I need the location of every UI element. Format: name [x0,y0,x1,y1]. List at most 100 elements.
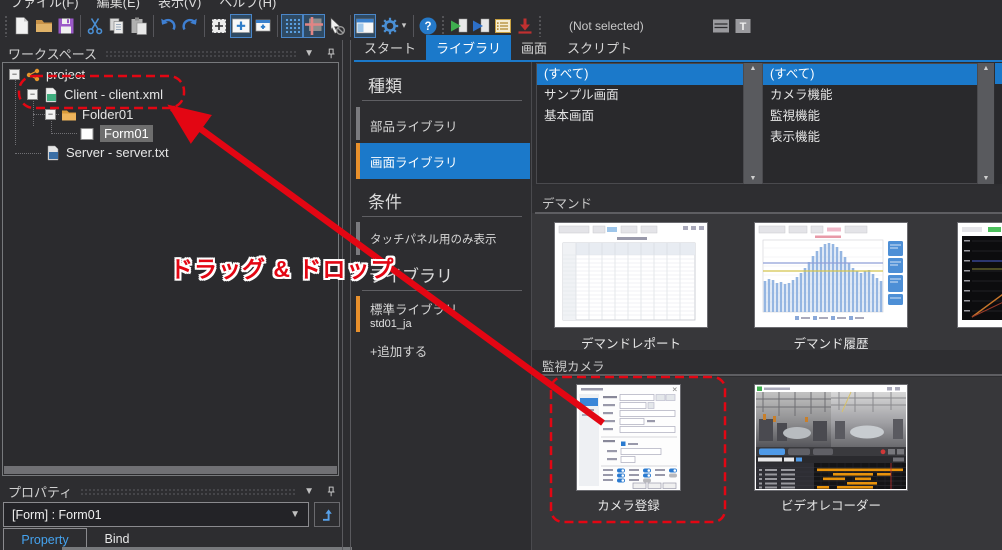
menu-bar: ファイル(F) 編集(E) 表示(V) ヘルプ(H) [0,0,1002,11]
properties-panel-header: プロパティ ▼ [8,482,338,501]
library-item-standard[interactable]: 標準ライブラリ std01_ja [356,296,530,332]
save-icon[interactable] [55,14,77,38]
tree-item-label: project [46,67,86,82]
list-item[interactable]: 表示機能 [763,127,977,148]
kind-heading: 種類 [368,77,402,96]
open-folder-icon[interactable] [33,14,55,38]
tree-item-client[interactable]: − Client - client.xml [27,85,163,104]
function-list: (すべて) カメラ機能 監視機能 表示機能 [762,63,978,184]
export-screen-icon[interactable] [470,14,492,38]
library-sidebar: 種類 部品ライブラリ 画面ライブラリ 条件 タッチパネル用のみ表示 ライブラリ … [354,62,532,550]
copy-icon[interactable] [106,14,128,38]
thumbnail-label: ビデオレコーダー [780,499,881,513]
list-item[interactable]: (すべて) [763,64,977,85]
kind-item-label: 画面ライブラリ [370,156,458,170]
add-library-button[interactable]: +追加する [370,341,427,360]
list-item[interactable]: 監視機能 [763,106,977,127]
menu-edit[interactable]: 編集(E) [97,0,140,11]
clipped-list-edge [995,63,1002,184]
new-window-small-icon[interactable] [252,14,274,38]
app-window: ファイル(F) 編集(E) 表示(V) ヘルプ(H) ▾ ? (Not sele… [0,0,1002,550]
expander-icon[interactable]: − [27,89,38,100]
tab-property-label: Property [21,532,69,547]
section-title-demand: デマンド [542,197,593,211]
thumbnail-label: カメラ登録 [597,499,660,513]
text-tool-icon[interactable]: T [732,14,754,38]
panel-splitter[interactable] [342,40,343,550]
demand-report-preview [555,223,707,327]
properties-title: プロパティ [8,485,73,500]
pin-icon[interactable] [324,484,338,500]
menu-help[interactable]: ヘルプ(H) [219,0,276,11]
tree-item-project[interactable]: − project [9,65,85,84]
tree-item-folder01[interactable]: − Folder01 [45,105,133,124]
undo-icon[interactable] [157,14,179,38]
tab-start[interactable]: スタート [354,35,426,61]
kind-item-label: 部品ライブラリ [370,120,458,134]
list-item[interactable]: カメラ機能 [763,85,977,106]
menu-file[interactable]: ファイル(F) [10,0,79,11]
selection-status-text: (Not selected) [569,18,644,33]
property-target-select[interactable]: [Form] : Form01 ▼ [3,502,309,527]
list-item[interactable]: 基本画面 [537,106,743,127]
project-node-icon [26,68,40,81]
tree-horizontal-scrollbar[interactable] [4,466,337,474]
library-item-subtitle: std01_ja [370,318,412,330]
pin-icon[interactable] [324,46,338,62]
tree-item-label: Folder01 [82,107,134,122]
section-title-camera: 監視カメラ [542,360,605,374]
new-window-icon[interactable] [230,13,252,38]
panel-splitter[interactable] [350,40,351,550]
download-icon[interactable] [514,14,536,38]
tree-item-form01[interactable]: Form01 [79,124,153,143]
screen-list-icon[interactable] [492,14,514,38]
help-icon[interactable]: ? [417,14,439,38]
tab-screen[interactable]: 画面 [511,35,557,61]
expander-icon[interactable]: − [45,109,56,120]
row-layout-icon[interactable] [710,14,732,38]
settings-gear-icon[interactable]: ▾ [376,14,410,38]
camera-registration-preview [577,385,680,490]
svg-text:T: T [739,21,746,33]
tab-bind-label: Bind [104,532,130,546]
workspace-collapse-icon[interactable]: ▼ [304,48,314,59]
demand-history-preview [755,223,907,327]
thumbnail-camera-registration[interactable] [577,385,680,490]
svg-text:?: ? [424,21,431,33]
server-file-icon [47,145,59,160]
list-item[interactable]: (すべて) [537,64,743,85]
tree-item-label: Server - server.txt [66,145,169,160]
thumbnail-clipped-chart[interactable] [958,223,1002,327]
tab-script[interactable]: スクリプト [557,35,642,61]
snap-cross-icon[interactable] [303,13,325,38]
paste-icon[interactable] [128,14,150,38]
function-list-scrollbar[interactable]: ▲ ▼ [978,63,994,184]
thumbnail-demand-history[interactable] [755,223,907,327]
kind-item-parts-library[interactable]: 部品ライブラリ [356,107,530,140]
run-screen-icon[interactable] [448,14,470,38]
redo-icon[interactable] [179,14,201,38]
form-icon [80,127,94,140]
thumbnail-demand-report[interactable] [555,223,707,327]
window-layout-icon[interactable] [354,13,376,38]
tab-library[interactable]: ライブラリ [426,35,512,61]
list-item[interactable]: サンプル画面 [537,85,743,106]
client-file-icon [45,87,57,102]
category-list-scrollbar[interactable]: ▲ ▼ [744,63,762,184]
tree-item-server[interactable]: Server - server.txt [45,143,169,162]
chevron-down-icon: ▼ [290,509,300,520]
thumbnail-video-recorder[interactable] [755,385,907,490]
select-disabled-icon[interactable] [325,14,347,38]
new-file-icon[interactable] [11,14,33,38]
menu-view[interactable]: 表示(V) [158,0,201,11]
expander-icon[interactable]: − [9,69,20,80]
workspace-panel-header: ワークスペース ▼ [8,44,338,63]
properties-collapse-icon[interactable]: ▼ [304,486,314,497]
kind-item-screen-library[interactable]: 画面ライブラリ [356,143,530,179]
cut-icon[interactable] [84,14,106,38]
jump-to-parent-button[interactable] [314,502,340,527]
grid-toggle-icon[interactable] [281,13,303,38]
category-list: (すべて) サンプル画面 基本画面 [536,63,744,184]
toolbar-gripper[interactable] [4,14,9,37]
snap-settings-icon[interactable] [208,14,230,38]
